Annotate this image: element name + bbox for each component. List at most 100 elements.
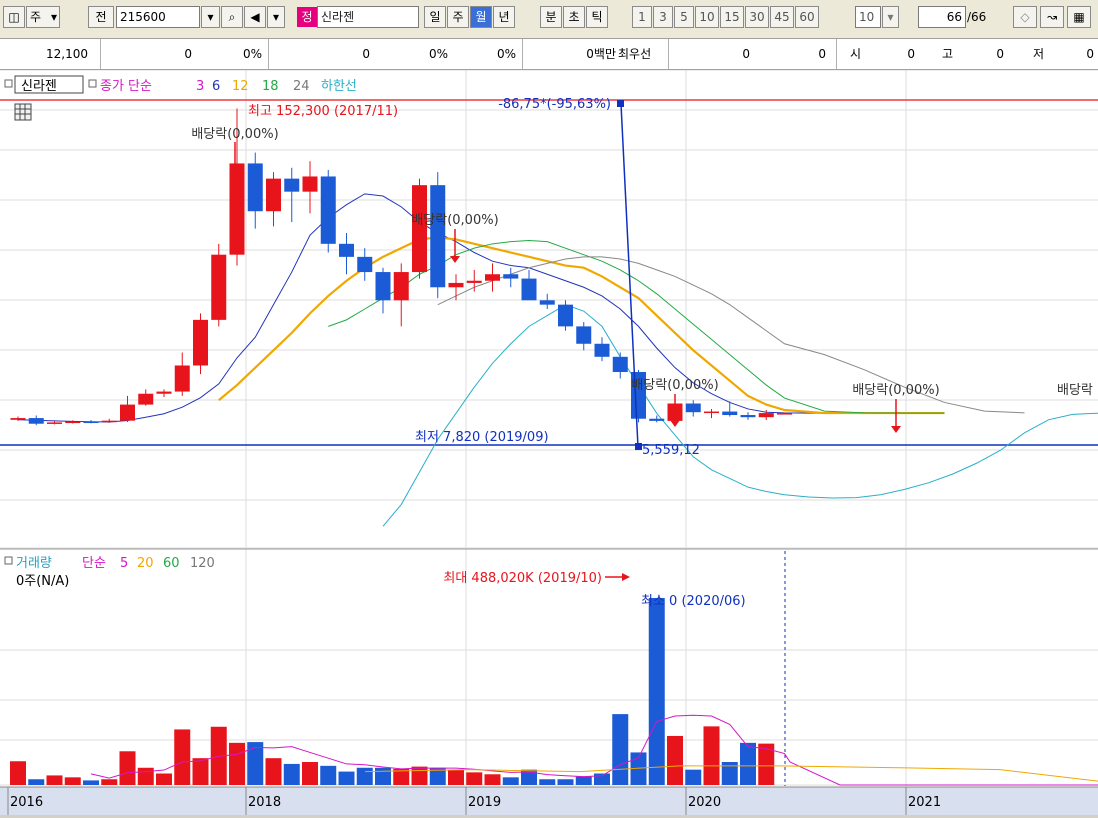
x-axis-label: 2019 (468, 795, 501, 810)
stock-code-input[interactable]: 215600 (116, 6, 200, 28)
volume-bar (10, 761, 26, 785)
candle-body (28, 418, 44, 424)
candle-body (211, 254, 227, 320)
candle-body (247, 163, 263, 212)
code-dropdown-chevron-icon[interactable]: ▾ (201, 6, 220, 28)
low-value: 0 (1086, 47, 1094, 61)
save-icon[interactable]: ▦ (1067, 6, 1091, 28)
crosshair-handle-top[interactable] (617, 100, 624, 107)
speaker-icon[interactable]: ◀ (244, 6, 266, 28)
interval-3[interactable]: 3 (653, 6, 673, 28)
legend-lower-band: 하한선 (321, 79, 357, 94)
prev-button[interactable]: 전 (88, 6, 114, 28)
volume-bar (375, 767, 391, 785)
compare-icon[interactable]: ◇ (1013, 6, 1037, 28)
page-total: /66 (967, 10, 987, 24)
interval-1[interactable]: 1 (632, 6, 652, 28)
volume-bar (667, 735, 683, 785)
trade-amount: 0백만 (586, 47, 616, 61)
tab-week[interactable]: 주 (447, 6, 469, 28)
candle-body (10, 418, 26, 420)
candle (211, 243, 227, 327)
indicator-icon[interactable]: ↝ (1040, 6, 1064, 28)
volume-bar (46, 775, 63, 785)
period-select[interactable]: 주 ▾ (26, 6, 60, 28)
count-input[interactable]: 10 (855, 6, 881, 28)
low-price-label: 최저 7,820 (2019/09) (415, 430, 549, 445)
search-icon[interactable]: ⌕ (221, 6, 243, 28)
legend-stock-name: 신라젠 (21, 79, 57, 94)
best-bid-1: 0 (742, 47, 750, 61)
volume-pct-2: 0% (496, 47, 516, 61)
volume-bar (265, 758, 282, 785)
interval-15[interactable]: 15 (720, 6, 744, 28)
candle-body (266, 178, 281, 212)
high-value: 0 (996, 47, 1004, 61)
interval-45[interactable]: 45 (770, 6, 794, 28)
tab-tick[interactable]: 틱 (586, 6, 608, 28)
crosshair-value-label: 5,559,12 (642, 443, 700, 458)
tab-month[interactable]: 월 (470, 6, 492, 28)
volume-legend-ma-60: 60 (163, 556, 180, 571)
volume-bar (740, 742, 756, 785)
volume-bar (648, 598, 665, 785)
dividend-label-cut: 배당락 (1057, 383, 1093, 398)
volume-bar (557, 779, 574, 785)
volume-max-label: 최대 488,020K (2019/10) (443, 571, 602, 586)
interval-60[interactable]: 60 (795, 6, 819, 28)
crosshair-handle-bottom[interactable] (635, 443, 642, 450)
volume-bar (283, 763, 300, 785)
candle (320, 169, 336, 253)
volume-bar (703, 726, 720, 785)
candle-body (649, 418, 665, 421)
open-label: 시 (850, 47, 862, 61)
volume-bar (119, 751, 136, 785)
candle-body (229, 163, 245, 255)
x-axis-label: 2018 (248, 795, 281, 810)
volume-bar (302, 762, 318, 785)
candle-body (302, 176, 318, 192)
speaker-chevron-icon[interactable]: ▾ (267, 6, 285, 28)
price-volume-chart[interactable]: 최고 152,300 (2017/11) 최저 7,820 (2019/09) -8… (0, 69, 1098, 815)
volume-bar (156, 773, 172, 785)
candle-body (393, 272, 409, 301)
chart-area[interactable]: 최고 152,300 (2017/11) 최저 7,820 (2019/09) -8… (0, 69, 1098, 815)
best-bid-label: 최우선 (618, 47, 652, 61)
volume-bar (137, 767, 154, 785)
chart-menu-icon[interactable]: ◫ (3, 6, 25, 28)
table-toggle-icon[interactable] (14, 103, 32, 121)
chevron-down-icon: ▾ (50, 10, 57, 24)
interval-30[interactable]: 30 (745, 6, 769, 28)
candle-body (430, 185, 446, 288)
volume-legend-ma-label: 단순 (82, 556, 106, 571)
tab-day[interactable]: 일 (424, 6, 446, 28)
high-label: 고 (942, 47, 954, 61)
best-bid-2: 0 (818, 47, 826, 61)
interval-5[interactable]: 5 (674, 6, 694, 28)
legend-ma-label: 종가 단순 (100, 79, 152, 94)
volume-bar (575, 776, 592, 785)
volume-bar (539, 779, 556, 785)
volume-min-label: 최소 0 (2020/06) (641, 594, 746, 609)
volume-bar (192, 758, 209, 785)
tab-second[interactable]: 초 (563, 6, 585, 28)
tab-year[interactable]: 년 (493, 6, 515, 28)
volume-bar (320, 765, 337, 785)
legend-ma-12: 12 (232, 79, 249, 94)
candle-body (685, 403, 701, 413)
interval-10[interactable]: 10 (695, 6, 719, 28)
stock-name-field[interactable]: 신라젠 (317, 6, 419, 28)
volume-bar (448, 769, 464, 785)
tab-minute[interactable]: 분 (540, 6, 562, 28)
open-value: 0 (907, 47, 915, 61)
page-current-input[interactable]: 66 (918, 6, 966, 28)
candle-body (120, 404, 135, 421)
count-chevron-icon[interactable]: ▾ (882, 6, 899, 28)
dividend-label: 배당락(0,00%) (191, 127, 278, 142)
quote-bar: 12,100 0 0% 0 0% 0% 0백만 최우선 0 0 시 0 고 0 … (0, 39, 1098, 70)
legend-ma-6: 6 (212, 79, 220, 94)
volume-bar (28, 779, 45, 785)
volume-bar (685, 769, 702, 785)
candle-body (448, 282, 464, 288)
current-price: 12,100 (46, 47, 88, 61)
